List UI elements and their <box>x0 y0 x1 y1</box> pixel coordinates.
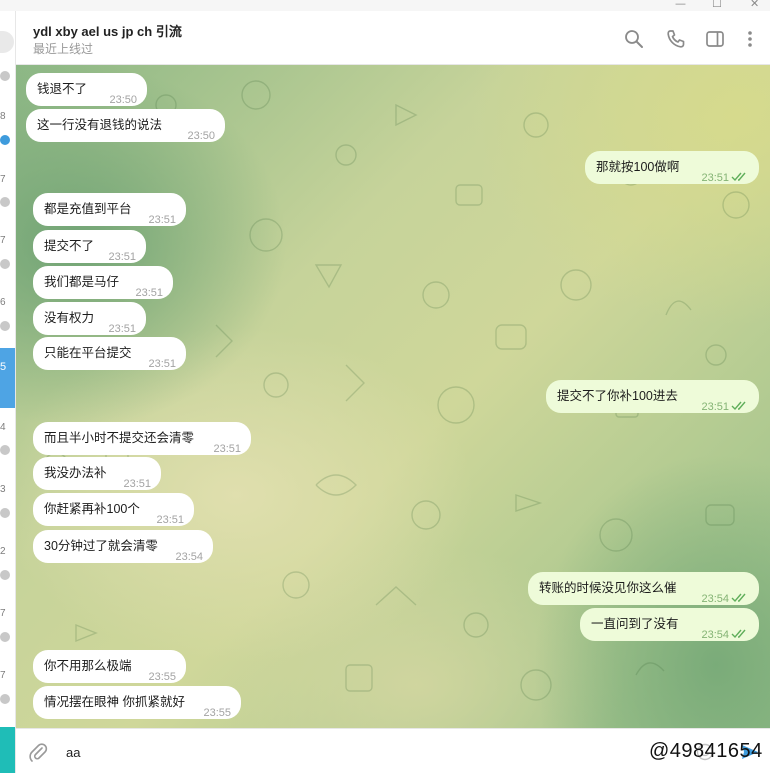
avatar[interactable] <box>0 31 14 53</box>
message-text: 你赶紧再补100个 <box>44 502 140 516</box>
chat-count: 3 <box>0 484 6 495</box>
message-bubble-incoming[interactable]: 钱退不了 23:50 <box>26 73 147 106</box>
message-text: 30分钟过了就会清零 <box>44 539 158 553</box>
watermark-id-text: @49841654 <box>649 740 763 762</box>
chat-count: 7 <box>0 235 6 246</box>
message-time: 23:51 <box>108 323 136 335</box>
message-bubble-outgoing[interactable]: 提交不了你补100进去 23:51 <box>546 380 759 413</box>
message-time: 23:51 <box>701 401 729 413</box>
message-bubble-incoming[interactable]: 只能在平台提交 23:51 <box>33 337 186 370</box>
chat-messages-area[interactable]: 钱退不了 23:50 这一行没有退钱的说法 23:50 那就按100做啊 23:… <box>16 65 770 728</box>
unread-dot <box>0 259 10 269</box>
message-bubble-incoming[interactable]: 而且半小时不提交还会清零 23:51 <box>33 422 251 455</box>
message-time: 23:51 <box>148 358 176 370</box>
more-icon[interactable] <box>740 29 760 49</box>
message-text: 只能在平台提交 <box>44 346 132 360</box>
message-text: 提交不了你补100进去 <box>557 389 678 403</box>
unread-dot <box>0 135 10 145</box>
chat-title[interactable]: ydl xby ael us jp ch 引流 <box>33 21 182 40</box>
unread-dot <box>0 694 10 704</box>
sidebar-toggle-icon[interactable] <box>705 29 725 49</box>
read-checkmark-icon <box>731 629 746 639</box>
paperclip-icon[interactable] <box>28 742 48 762</box>
message-text: 我没办法补 <box>44 466 107 480</box>
message-composer: @49841654 <box>16 728 770 773</box>
chat-count: 2 <box>0 546 6 557</box>
message-bubble-incoming[interactable]: 你赶紧再补100个 23:51 <box>33 493 194 526</box>
read-checkmark-icon <box>731 172 746 182</box>
message-time: 23:55 <box>148 671 176 683</box>
message-text: 没有权力 <box>44 311 95 325</box>
message-time: 23:54 <box>701 593 729 605</box>
sidebar-bottom-tab[interactable] <box>0 727 15 773</box>
message-time: 23:50 <box>187 130 215 142</box>
message-bubble-incoming[interactable]: 没有权力 23:51 <box>33 302 146 335</box>
message-text: 而且半小时不提交还会清零 <box>44 431 195 445</box>
unread-dot <box>0 445 10 455</box>
message-text: 我们都是马仔 <box>44 275 120 289</box>
message-bubble-incoming[interactable]: 我们都是马仔 23:51 <box>33 266 173 299</box>
message-time: 23:51 <box>213 443 241 455</box>
unread-dot <box>0 632 10 642</box>
message-bubble-outgoing[interactable]: 那就按100做啊 23:51 <box>585 151 759 184</box>
message-bubble-incoming[interactable]: 提交不了 23:51 <box>33 230 146 263</box>
message-bubble-incoming[interactable]: 我没办法补 23:51 <box>33 457 161 490</box>
message-text: 提交不了 <box>44 239 95 253</box>
chat-count-active: 5 <box>0 361 7 373</box>
minimize-button[interactable]: — <box>675 0 686 10</box>
message-time: 23:50 <box>109 94 137 106</box>
message-text: 情况摆在眼神 你抓紧就好 <box>44 695 185 709</box>
message-time: 23:54 <box>175 551 203 563</box>
message-bubble-outgoing[interactable]: 转账的时候没见你这么催 23:54 <box>528 572 759 605</box>
message-time: 23:51 <box>148 214 176 226</box>
message-text: 钱退不了 <box>37 82 88 96</box>
unread-dot <box>0 197 10 207</box>
chat-count: 6 <box>0 297 6 308</box>
message-time: 23:51 <box>135 287 163 299</box>
unread-dot <box>0 508 10 518</box>
message-time: 23:51 <box>123 478 151 490</box>
maximize-button[interactable]: ☐ <box>712 0 722 10</box>
message-time: 23:51 <box>108 251 136 263</box>
chat-count: 7 <box>0 608 6 619</box>
chat-status: 最近上线过 <box>33 42 94 56</box>
chat-count: 4 <box>0 422 6 433</box>
message-bubble-incoming[interactable]: 这一行没有退钱的说法 23:50 <box>26 109 225 142</box>
unread-dot <box>0 71 10 81</box>
message-time: 23:54 <box>701 629 729 641</box>
read-checkmark-icon <box>731 593 746 603</box>
message-text: 你不用那么极端 <box>44 659 132 673</box>
message-bubble-incoming[interactable]: 30分钟过了就会清零 23:54 <box>33 530 213 563</box>
search-icon[interactable] <box>624 29 644 49</box>
message-text: 这一行没有退钱的说法 <box>37 118 163 132</box>
message-text: 那就按100做啊 <box>596 160 680 174</box>
read-checkmark-icon <box>731 401 746 411</box>
message-text: 转账的时候没见你这么催 <box>539 581 677 595</box>
window-titlebar: — ☐ ✕ <box>0 0 770 11</box>
message-bubble-outgoing[interactable]: 一直问到了没有 23:54 <box>580 608 759 641</box>
chat-header: ydl xby ael us jp ch 引流 最近上线过 <box>16 11 770 65</box>
message-time: 23:51 <box>701 172 729 184</box>
sidebar-item-active[interactable] <box>0 348 15 408</box>
message-time: 23:55 <box>203 707 231 719</box>
phone-icon[interactable] <box>666 29 686 49</box>
chat-count: 7 <box>0 174 6 185</box>
chat-count: 7 <box>0 670 6 681</box>
message-bubble-incoming[interactable]: 你不用那么极端 23:55 <box>33 650 186 683</box>
message-text: 一直问到了没有 <box>591 617 679 631</box>
message-bubble-incoming[interactable]: 情况摆在眼神 你抓紧就好 23:55 <box>33 686 241 719</box>
message-input[interactable] <box>66 743 626 761</box>
message-bubble-incoming[interactable]: 都是充值到平台 23:51 <box>33 193 186 226</box>
unread-dot <box>0 570 10 580</box>
chat-count: 8 <box>0 111 6 122</box>
close-button[interactable]: ✕ <box>750 0 759 10</box>
message-text: 都是充值到平台 <box>44 202 132 216</box>
chat-list-sidebar: 8 7 7 6 5 4 3 2 7 7 <box>0 11 16 773</box>
unread-dot <box>0 321 10 331</box>
message-time: 23:51 <box>156 514 184 526</box>
